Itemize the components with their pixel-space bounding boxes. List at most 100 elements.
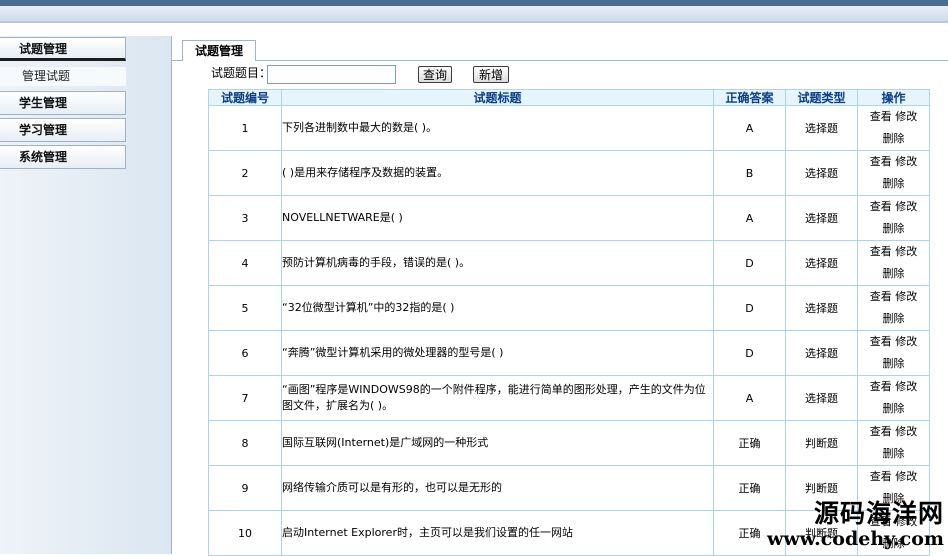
edit-link[interactable]: 修改	[895, 200, 917, 213]
cell-question-id: 4	[208, 240, 282, 286]
cell-correct-answer: D	[713, 330, 786, 376]
cell-operations: 查看 修改删除	[857, 195, 930, 241]
edit-link[interactable]: 修改	[895, 470, 917, 483]
sidebar-item-student-management[interactable]: 学生管理	[0, 91, 126, 115]
sidebar: 试题管理 管理试题 学生管理 学习管理 系统管理	[0, 36, 172, 554]
table-row: 10 启动Internet Explorer时，主页可以是我们设置的任一网站 正确判…	[208, 510, 930, 556]
cell-question-type: 选择题	[785, 330, 858, 376]
cell-operations: 查看 修改删除	[857, 510, 930, 556]
edit-link[interactable]: 修改	[895, 380, 917, 393]
edit-link[interactable]: 修改	[895, 155, 917, 168]
cell-question-type: 选择题	[785, 240, 858, 286]
cell-question-id: 7	[208, 375, 282, 421]
cell-question-id: 6	[208, 330, 282, 376]
delete-link[interactable]: 删除	[883, 267, 905, 280]
delete-link[interactable]: 删除	[883, 447, 905, 460]
edit-link[interactable]: 修改	[895, 245, 917, 258]
cell-operations: 查看 修改删除	[857, 105, 930, 151]
cell-question-title: 启动Internet Explorer时，主页可以是我们设置的任一网站	[281, 510, 714, 556]
table-row: 2( )是用来存储程序及数据的装置。 B 选择题 查看 修改 删除	[208, 150, 930, 196]
cell-question-type: 选择题	[785, 195, 858, 241]
cell-question-type: 选择题	[785, 105, 858, 151]
view-link[interactable]: 查看	[870, 290, 892, 303]
header-operations: 操作	[857, 89, 930, 106]
add-question-button[interactable]: 新增	[473, 66, 509, 83]
view-link[interactable]: 查看	[870, 245, 892, 258]
edit-link[interactable]: 修改	[895, 290, 917, 303]
delete-link[interactable]: 删除	[883, 132, 905, 145]
question-title-search-input[interactable]	[267, 65, 396, 84]
tab-underline	[172, 60, 948, 61]
cell-operations: 查看 修改删除	[857, 420, 930, 466]
delete-link[interactable]: 删除	[883, 177, 905, 190]
view-link[interactable]: 查看	[870, 380, 892, 393]
cell-question-title: 国际互联网(Internet)是广域网的一种形式	[281, 420, 714, 466]
view-link[interactable]: 查看	[870, 110, 892, 123]
cell-question-title: NOVELLNETWARE是( )	[281, 195, 714, 241]
cell-correct-answer: D	[713, 285, 786, 331]
cell-question-title: ( )是用来存储程序及数据的装置。	[281, 150, 714, 196]
cell-operations: 查看 修改删除	[857, 330, 930, 376]
cell-question-id: 5	[208, 285, 282, 331]
cell-question-title: “奔腾”微型计算机采用的微处理器的型号是( )	[281, 330, 714, 376]
header-question-id: 试题编号	[208, 89, 282, 106]
cell-correct-answer: A	[713, 195, 786, 241]
cell-correct-answer: D	[713, 240, 786, 286]
delete-link[interactable]: 删除	[883, 402, 905, 415]
edit-link[interactable]: 修改	[895, 110, 917, 123]
table-row: 7 “画图”程序是WINDOWS98的一个附件程序，能进行简单的图形处理，产生的文…	[208, 375, 930, 421]
cell-question-type: 选择题	[785, 375, 858, 421]
delete-link[interactable]: 删除	[883, 312, 905, 325]
view-link[interactable]: 查看	[870, 515, 892, 528]
sidebar-item-question-management[interactable]: 试题管理	[0, 37, 126, 61]
cell-operations: 查看 修改删除	[857, 240, 930, 286]
tab-question-management[interactable]: 试题管理	[182, 40, 256, 61]
delete-link[interactable]: 删除	[883, 222, 905, 235]
view-link[interactable]: 查看	[870, 155, 892, 168]
cell-operations: 查看 修改删除	[857, 375, 930, 421]
cell-question-type: 判断题	[785, 465, 858, 511]
table-row: 6 “奔腾”微型计算机采用的微处理器的型号是( ) D 选择题 查看 修改删除	[208, 330, 930, 376]
edit-link[interactable]: 修改	[895, 425, 917, 438]
delete-link[interactable]: 删除	[883, 357, 905, 370]
cell-operations: 查看 修改删除	[857, 465, 930, 511]
table-header-row: 试题编号 试题标题 正确答案 试题类型 操作	[208, 89, 930, 106]
table-row: 8 国际互联网(Internet)是广域网的一种形式 正确 判断题 查看 修改 删除	[208, 420, 930, 466]
cell-correct-answer: A	[713, 105, 786, 151]
sidebar-subitem-manage-questions[interactable]: 管理试题	[0, 67, 126, 86]
cell-question-type: 判断题	[785, 510, 858, 556]
cell-question-title: 下列各进制数中最大的数是( )。	[281, 105, 714, 151]
top-spacer	[0, 23, 948, 36]
cell-question-id: 3	[208, 195, 282, 241]
table-row: 1 下列各进制数中最大的数是( )。 A 选择题 查看 修改 删除	[208, 105, 930, 151]
view-link[interactable]: 查看	[870, 335, 892, 348]
cell-question-title: 预防计算机病毒的手段，错误的是( )。	[281, 240, 714, 286]
edit-link[interactable]: 修改	[895, 515, 917, 528]
delete-link[interactable]: 删除	[883, 537, 905, 550]
edit-link[interactable]: 修改	[895, 335, 917, 348]
delete-link[interactable]: 删除	[883, 492, 905, 505]
table-row: 3 NOVELLNETWARE是( ) A 选择题 查看 修改删除	[208, 195, 930, 241]
table-row: 9 网络传输介质可以是有形的，也可以是无形的 正确 判断题 查看 修改 删除	[208, 465, 930, 511]
cell-question-id: 9	[208, 465, 282, 511]
cell-question-title: “画图”程序是WINDOWS98的一个附件程序，能进行简单的图形处理，产生的文件…	[281, 375, 714, 421]
search-label: 试题题目：	[211, 66, 272, 80]
sidebar-item-study-management[interactable]: 学习管理	[0, 118, 126, 142]
header-correct-answer: 正确答案	[713, 89, 786, 106]
table-row: 5 “32位微型计算机”中的32指的是( ) D 选择题 查看 修改 删除	[208, 285, 930, 331]
question-table: 试题编号 试题标题 正确答案 试题类型 操作 1 下列各进制数中最大的数是( )。…	[208, 89, 930, 556]
sidebar-item-system-management[interactable]: 系统管理	[0, 145, 126, 169]
cell-correct-answer: A	[713, 375, 786, 421]
query-button[interactable]: 查询	[418, 66, 452, 83]
cell-question-title: “32位微型计算机”中的32指的是( )	[281, 285, 714, 331]
header-question-type: 试题类型	[785, 89, 858, 106]
cell-operations: 查看 修改删除	[857, 285, 930, 331]
view-link[interactable]: 查看	[870, 200, 892, 213]
cell-correct-answer: B	[713, 150, 786, 196]
view-link[interactable]: 查看	[870, 425, 892, 438]
main-content: 试题管理 试题题目： 查询 新增 试题编号 试题标题 正确答案 试题类型 操作 …	[172, 36, 948, 556]
view-link[interactable]: 查看	[870, 470, 892, 483]
cell-question-type: 判断题	[785, 420, 858, 466]
header-question-title: 试题标题	[281, 89, 714, 106]
table-row: 4 预防计算机病毒的手段，错误的是( )。 D 选择题 查看 修改删除	[208, 240, 930, 286]
